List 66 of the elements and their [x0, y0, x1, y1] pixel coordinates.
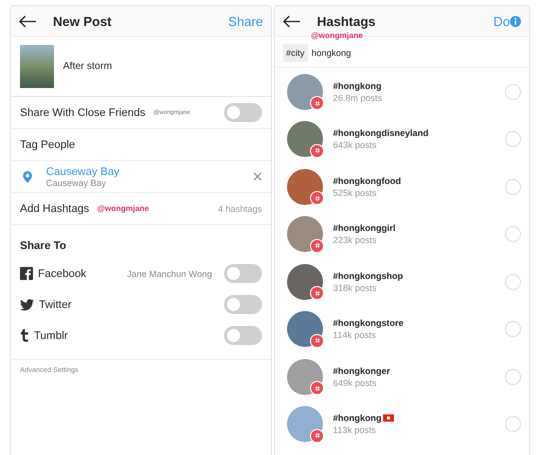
photo-placeholder [287, 406, 323, 442]
photo-placeholder [287, 121, 323, 158]
hashtag-badge-icon [310, 96, 324, 110]
hashtag-badge-icon [310, 191, 324, 205]
select-radio[interactable] [505, 274, 521, 290]
post-caption: After storm [63, 61, 112, 72]
service-name: Facebook [38, 268, 88, 280]
account-name: Jane Manchun Wong [127, 268, 212, 278]
select-radio[interactable] [505, 131, 521, 148]
post-count: 113k posts [333, 425, 377, 436]
hashtag-name: #hongkong [333, 80, 382, 91]
select-radio[interactable] [505, 368, 521, 385]
photo-placeholder [287, 168, 323, 205]
close-friends-label: Share With Close Friends [20, 106, 146, 118]
photo-placeholder [20, 45, 54, 88]
close-icon[interactable] [253, 172, 262, 181]
photo-placeholder [287, 264, 323, 300]
post-count: 223k posts [333, 235, 378, 246]
post-count: 26.8m posts [333, 92, 384, 103]
post-count: 318k posts [333, 282, 378, 293]
hashtag-name: #hongkongstore [333, 318, 404, 328]
back-arrow-icon[interactable] [19, 14, 37, 28]
select-radio[interactable] [505, 226, 521, 242]
post-count: 525k posts [333, 188, 378, 198]
close-friends-toggle[interactable] [224, 103, 262, 122]
select-radio[interactable] [505, 178, 521, 195]
select-radio[interactable] [505, 416, 521, 432]
bird-icon [20, 298, 34, 310]
screen-title: New Post [53, 14, 113, 28]
letter-t-icon [20, 329, 29, 342]
hashtag-name: #hongkonggirl [333, 223, 396, 234]
location-subtitle: Causeway Bay [46, 178, 108, 188]
post-count: 649k posts [333, 378, 378, 388]
facebook-icon [20, 267, 33, 280]
info-icon[interactable] [510, 16, 521, 26]
search-field[interactable]: hongkong [312, 48, 352, 58]
username-tag: @wongmjane [97, 204, 210, 213]
post-count: 114k posts [333, 330, 377, 340]
hashtag-name: #hongkongfood [333, 176, 401, 186]
photo-placeholder [287, 311, 323, 348]
photo-placeholder [287, 216, 323, 252]
location-pin-icon [23, 170, 32, 182]
hashtag-name: #hongkonger [333, 366, 390, 376]
hashtag-count: 4 hashtags [218, 204, 262, 214]
hashtag-badge-icon [310, 286, 324, 300]
username-tag: @wongmjane [311, 31, 363, 40]
share-toggle[interactable] [224, 264, 262, 283]
hashtag-name: #hongkongshop [333, 270, 403, 281]
hashtag-name: #hongkong [333, 413, 382, 424]
service-name: Tumblr [34, 330, 69, 342]
service-name: Twitter [39, 298, 72, 310]
photo-placeholder [287, 358, 323, 395]
category-chip[interactable]: #city [283, 44, 308, 62]
screen-title: Hashtags [317, 14, 377, 28]
select-radio[interactable] [505, 321, 521, 338]
photo-placeholder [287, 74, 323, 110]
add-hashtags-option[interactable]: Add Hashtags [20, 202, 90, 214]
hashtag-name: #hongkongdisneyland [333, 128, 429, 138]
back-arrow-icon[interactable] [283, 14, 301, 28]
hashtag-badge-icon [310, 381, 324, 395]
share-toggle[interactable] [224, 326, 262, 345]
select-radio[interactable] [505, 84, 521, 100]
share-toggle[interactable] [224, 295, 262, 314]
tag-people-option[interactable]: Tag People [20, 138, 76, 150]
post-count: 643k posts [333, 140, 378, 150]
section-title: Share To [20, 240, 68, 252]
